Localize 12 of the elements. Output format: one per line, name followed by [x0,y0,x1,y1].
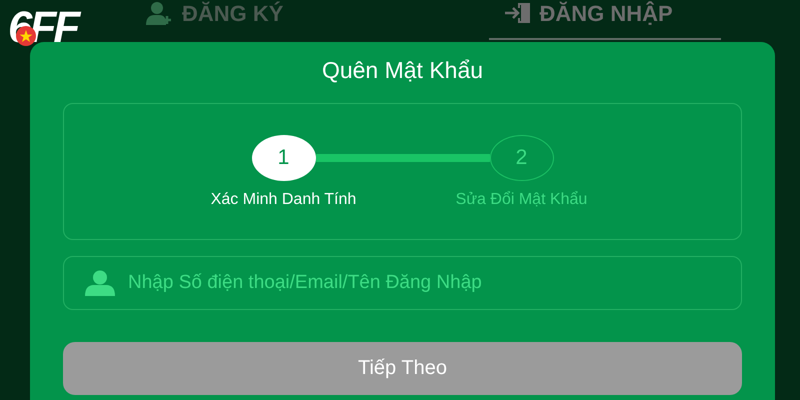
step-label: Xác Minh Danh Tính [210,191,356,209]
account-field[interactable]: Nhập Số điện thoại/Email/Tên Đăng Nhập [63,256,742,310]
tab[interactable]: ĐĂNG NHẬP [489,0,722,40]
user-icon [84,270,116,296]
step-circle: 2 [490,135,554,181]
user-plus-icon [146,1,174,25]
dialog-title: Quên Mật Khẩu [320,56,484,85]
tab-label: ĐĂNG KÝ [182,1,284,27]
step-label: Sửa Đổi Mật Khẩu [456,191,588,209]
tab[interactable]: ĐĂNG KÝ [130,0,300,40]
step-circle: 1 [252,135,316,181]
tab-label: ĐĂNG NHẬP [539,1,673,27]
